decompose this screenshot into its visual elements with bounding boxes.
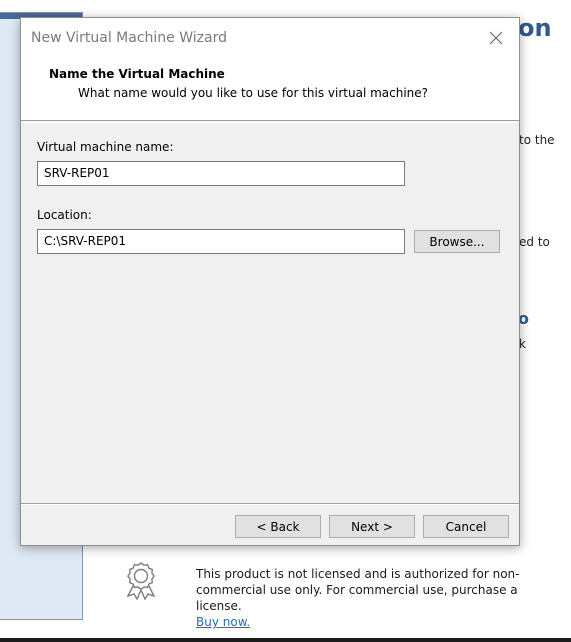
license-text-block: This product is not licensed and is auth…: [196, 566, 566, 630]
background-text-fragment: k: [519, 337, 526, 351]
wizard-step-title: Name the Virtual Machine: [49, 67, 225, 81]
buy-now-link[interactable]: Buy now.: [196, 615, 250, 629]
back-button[interactable]: < Back: [235, 515, 321, 538]
header-divider: [21, 122, 519, 123]
background-text-fragment: ed to: [519, 235, 550, 249]
dialog-titlebar[interactable]: New Virtual Machine Wizard: [21, 18, 519, 58]
background-text-fragment: to the: [519, 133, 555, 147]
license-notice: This product is not licensed and is auth…: [120, 560, 565, 629]
location-label: Location:: [37, 208, 92, 222]
vm-name-input[interactable]: SRV-REP01: [37, 161, 405, 186]
cancel-button[interactable]: Cancel: [423, 515, 509, 538]
background-heading-fragment: on: [518, 14, 552, 42]
taskbar-edge: [0, 638, 571, 642]
vm-name-label: Virtual machine name:: [37, 140, 174, 154]
new-vm-wizard-dialog: New Virtual Machine Wizard Name the Virt…: [20, 17, 520, 546]
location-input[interactable]: C:\SRV-REP01: [37, 229, 405, 254]
wizard-step-description: What name would you like to use for this…: [78, 86, 429, 100]
close-icon: [489, 31, 503, 45]
footer-divider-highlight: [21, 504, 519, 505]
award-ribbon-icon: [126, 562, 156, 600]
close-button[interactable]: [483, 26, 509, 50]
browse-button[interactable]: Browse...: [414, 230, 500, 253]
license-message: This product is not licensed and is auth…: [196, 567, 520, 613]
wizard-header: Name the Virtual Machine What name would…: [21, 58, 519, 121]
next-button[interactable]: Next >: [329, 515, 415, 538]
dialog-title: New Virtual Machine Wizard: [31, 30, 227, 46]
